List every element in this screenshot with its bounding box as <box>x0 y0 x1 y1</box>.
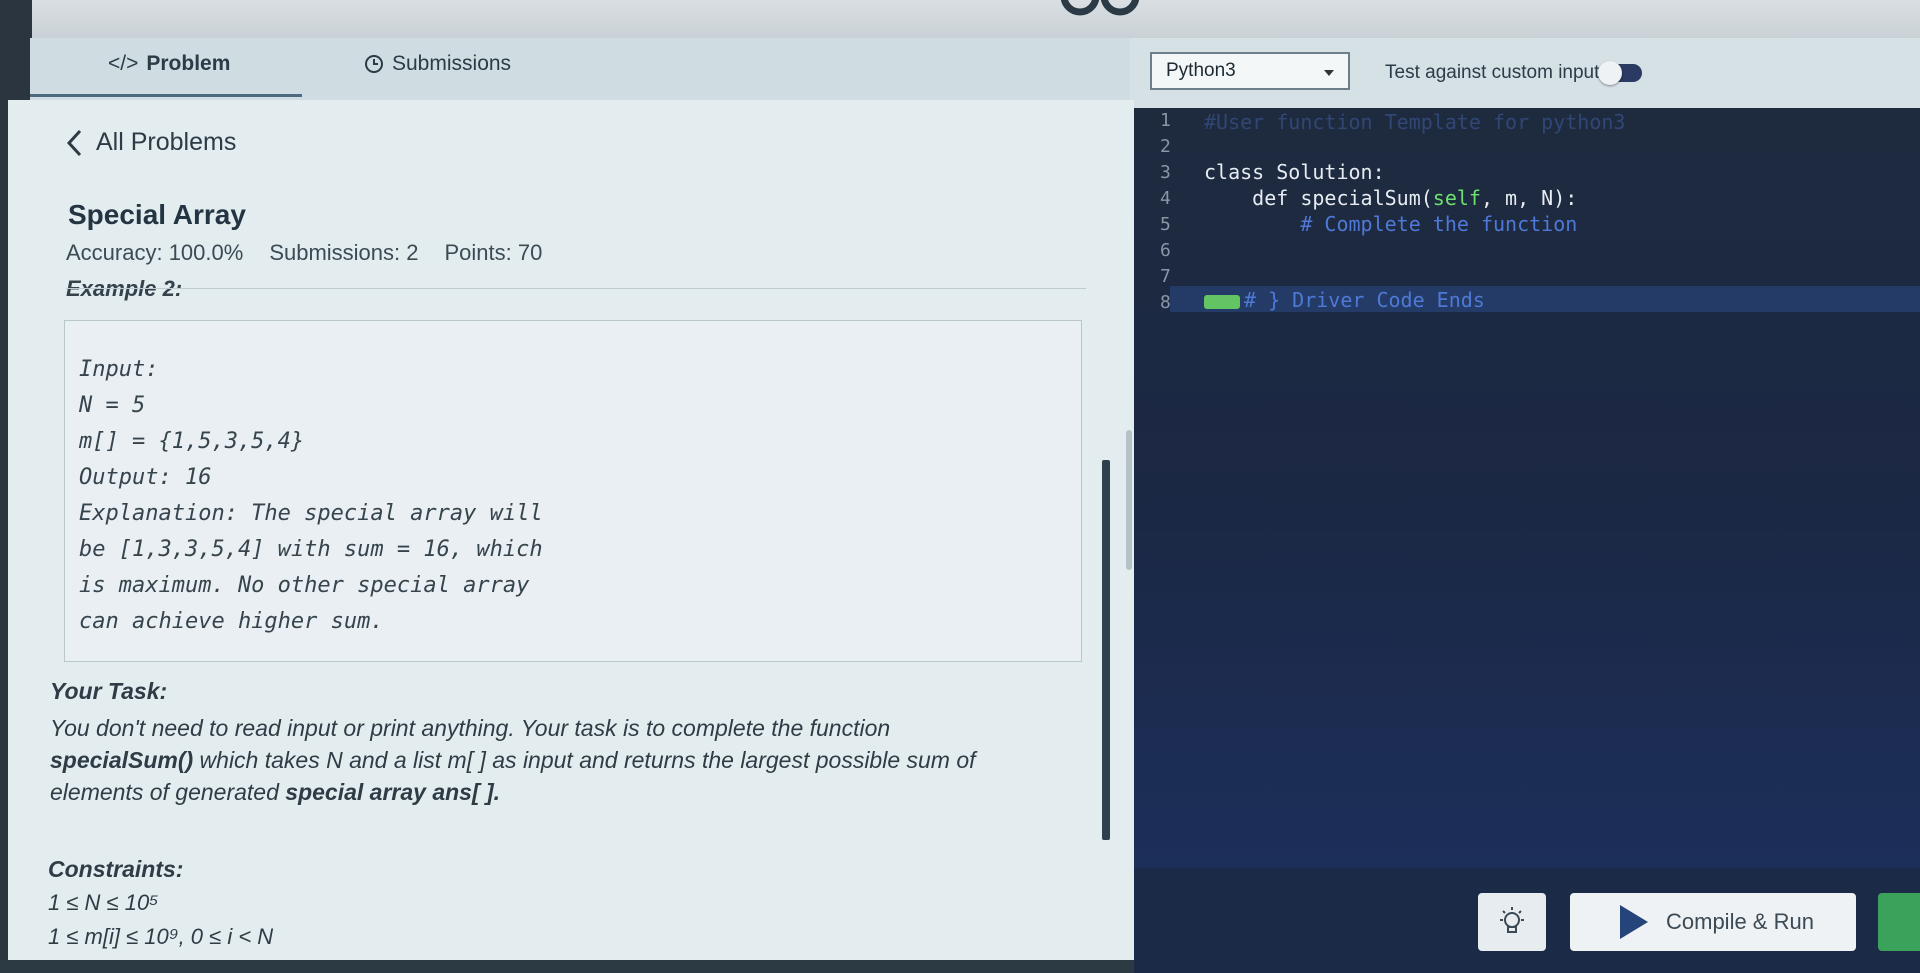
example-line: Explanation: The special array will <box>79 501 543 526</box>
submit-button[interactable] <box>1878 893 1920 951</box>
editor-toolbar: Python3 Test against custom input <box>1130 38 1920 108</box>
panel-scrollbar[interactable] <box>1126 430 1132 570</box>
line-number: 4 <box>1160 188 1171 209</box>
task-heading: Your Task: <box>50 678 168 704</box>
custom-input-toggle[interactable] <box>1598 61 1642 85</box>
constraints-heading: Constraints: <box>48 856 184 882</box>
accuracy-stat: Accuracy: 100.0% <box>66 240 244 265</box>
code-token-self: self <box>1432 186 1481 210</box>
clock-icon <box>365 55 383 73</box>
constraint-line: 1 ≤ m[i] ≤ 10⁹, 0 ≤ i < N <box>48 924 274 949</box>
tab-problem[interactable]: </> Problem <box>108 52 230 76</box>
site-logo-icon <box>1060 0 1140 16</box>
divider <box>66 288 1086 289</box>
all-problems-link[interactable]: All Problems <box>66 128 236 157</box>
problem-title: Special Array <box>68 199 246 230</box>
example-line: be [1,3,3,5,4] with sum = 16, which <box>79 537 543 562</box>
tab-submissions[interactable]: Submissions <box>364 52 511 76</box>
code-token: # } Driver Code Ends <box>1244 288 1485 312</box>
toggle-knob <box>1598 61 1622 85</box>
compile-run-button[interactable]: Compile & Run <box>1570 893 1856 951</box>
example-line: is maximum. No other special array <box>79 573 530 598</box>
example-line: N = 5 <box>79 393 146 418</box>
task-text: elements of generated <box>50 779 286 805</box>
example-heading: Example 2: <box>66 276 183 301</box>
language-select[interactable]: Python3 <box>1150 52 1350 90</box>
code-line-4: def specialSum(self, m, N): <box>1204 186 1577 210</box>
example-line: Output: 16 <box>79 465 212 490</box>
code-line-5: # Complete the function <box>1204 212 1578 236</box>
code-line-3: class Solution: <box>1204 160 1385 184</box>
problem-panel: All Problems Special Array Accuracy: 100… <box>8 100 1134 965</box>
code-token: , m, N): <box>1480 186 1578 210</box>
language-select-value: Python3 <box>1166 60 1236 81</box>
example-line: can achieve higher sum. <box>79 609 384 634</box>
play-icon <box>1620 905 1648 939</box>
line-number: 6 <box>1160 240 1171 261</box>
task-description: You don't need to read input or print an… <box>50 712 1090 808</box>
example-line: m[] = {1,5,3,5,4} <box>79 429 305 454</box>
code-token: def specialSum( <box>1204 186 1433 210</box>
custom-input-label: Test against custom input <box>1385 62 1600 83</box>
hint-button[interactable] <box>1478 893 1546 951</box>
splitter-handle[interactable] <box>1102 460 1110 840</box>
top-strip <box>0 0 1920 38</box>
function-name: specialSum() <box>50 747 194 773</box>
code-icon: </> <box>108 52 139 75</box>
task-text: You don't need to read input or print an… <box>50 715 891 741</box>
line-number: 2 <box>1160 136 1171 157</box>
tab-submissions-label: Submissions <box>392 52 512 75</box>
submissions-stat: Submissions: 2 <box>269 240 419 265</box>
chevron-left-icon <box>66 129 82 156</box>
problem-tab-bar: </> Problem Submissions <box>30 38 1150 100</box>
line-number: 7 <box>1160 266 1171 287</box>
points-stat: Points: 70 <box>444 240 543 265</box>
line-number: 3 <box>1160 162 1171 183</box>
line-number: 5 <box>1160 214 1171 235</box>
chevron-down-icon <box>1324 70 1334 76</box>
active-tab-indicator <box>30 94 302 97</box>
task-text: which takes N and a list m[ ] as input a… <box>193 747 976 773</box>
lightbulb-icon <box>1500 907 1524 933</box>
all-problems-label: All Problems <box>96 128 237 156</box>
example-block: Input: N = 5 m[] = {1,5,3,5,4} Output: 1… <box>64 320 1082 662</box>
answer-name: special array ans[ ]. <box>285 779 501 805</box>
constraint-line: 1 ≤ N ≤ 10⁵ <box>48 890 159 915</box>
code-editor[interactable]: 1 2 3 4 5 6 7 8 #User function Template … <box>1134 108 1920 868</box>
code-line-1: #User function Template for python3 <box>1204 110 1626 134</box>
line-number: 1 <box>1160 110 1171 131</box>
example-line: Input: <box>79 357 159 382</box>
screen-bottom-edge <box>0 960 1134 973</box>
compile-run-label: Compile & Run <box>1666 909 1814 934</box>
line-number-gutter: 1 2 3 4 5 6 7 8 <box>1134 108 1180 328</box>
code-line-8: # } Driver Code Ends <box>1204 288 1485 312</box>
problem-meta: Accuracy: 100.0% Submissions: 2 Points: … <box>66 240 542 266</box>
tab-problem-label: Problem <box>146 52 231 75</box>
fold-marker-icon[interactable] <box>1204 294 1240 309</box>
line-number: 8 <box>1160 292 1171 313</box>
